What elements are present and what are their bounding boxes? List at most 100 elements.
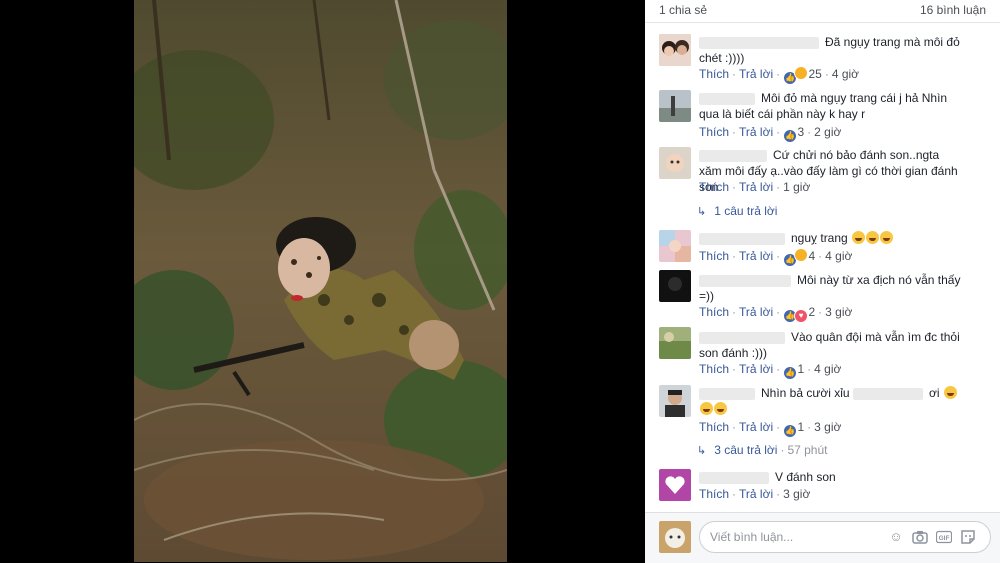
reaction-count[interactable]: 4 [808,249,815,263]
reaction-count[interactable]: 1 [797,420,804,434]
comment-time[interactable]: 1 giờ [783,180,810,194]
comment-time[interactable]: 2 giờ [814,125,841,139]
reply-arrow-icon: ↳ [697,206,707,218]
like-link[interactable]: Thích [699,125,729,139]
avatar[interactable] [659,230,691,262]
like-icon: 👍 [783,424,798,438]
smiley-icon[interactable]: ☺ [888,529,904,545]
reply-link[interactable]: Trả lời [739,487,773,501]
avatar[interactable] [659,270,691,302]
like-link[interactable]: Thích [699,180,729,194]
current-user-avatar[interactable] [659,521,691,553]
comment-time[interactable]: 4 giờ [825,249,852,263]
comment-actions: Thích · Trả lời · 👍 1 · 4 giờ [699,361,841,380]
comment-body: Môi này từ xa địch nó vẫn thấy =)) [699,272,961,304]
reply-link[interactable]: Trả lời [739,180,773,194]
camera-icon[interactable] [912,529,928,545]
comment-actions: Thích · Trả lời · 👍 ♥ 2 · 3 giờ [699,304,852,323]
avatar[interactable] [659,385,691,417]
laughing-emoji-icon [866,231,880,244]
like-icon: 👍 [783,129,798,143]
like-link[interactable]: Thích [699,305,729,319]
comment-actions: Thích · Trả lời · 👍 4 · 4 giờ [699,248,852,267]
reply-link[interactable]: Trả lời [739,420,773,434]
reply-link[interactable]: Trả lời [739,362,773,376]
laughing-emoji-icon [852,231,866,244]
commenter-name[interactable] [699,387,755,400]
comments-panel: 1 chia sẻ 16 bình luận Đã ngụy trang mà … [645,0,1000,563]
comment-text: Nhìn bả cười xỉu [761,386,850,400]
comment-body: Vào quân đội mà vẫn ìm đc thỏi son đánh … [699,329,961,361]
comment-time[interactable]: 3 giờ [814,420,841,434]
sticker-icon[interactable] [960,529,976,545]
laughing-emoji-icon [700,402,713,415]
comment-text-tail: ơi [928,386,940,400]
reply-link[interactable]: Trả lời [739,249,773,263]
like-icon: 👍 [783,366,798,380]
comment-actions: Thích · Trả lời · 👍 3 · 2 giờ [699,124,841,143]
laughing-emoji-icon [714,402,727,415]
comment-body: nguỵ trang [699,230,961,246]
avatar[interactable] [659,90,691,122]
comment-actions: Thích · Trả lời · 👍 1 · 3 giờ [699,419,841,438]
comment-actions: Thích · Trả lời · 3 giờ [699,487,811,501]
post-photo[interactable] [134,0,507,562]
commenter-name[interactable] [699,274,791,287]
comment-text: nguỵ trang [791,231,848,245]
like-link[interactable]: Thích [699,362,729,376]
comment-time[interactable]: 3 giờ [783,487,810,501]
reaction-count[interactable]: 25 [808,67,821,81]
like-link[interactable]: Thích [699,249,729,263]
like-link[interactable]: Thích [699,487,729,501]
haha-icon [794,248,809,262]
avatar[interactable] [659,327,691,359]
commenter-name[interactable] [699,149,767,162]
view-replies-link[interactable]: ↳ 3 câu trả lời · 57 phút [697,442,828,458]
svg-text:GIF: GIF [939,535,950,542]
love-icon: ♥ [794,309,809,323]
comment-actions: Thích · Trả lời · 👍 25 · 4 giờ [699,66,859,85]
commenter-name[interactable] [699,331,785,344]
comment-count[interactable]: 16 bình luận [920,3,986,17]
reaction-count[interactable]: 2 [808,305,815,319]
commenter-name[interactable] [699,36,819,49]
comment-time[interactable]: 4 giờ [832,67,859,81]
reaction-count[interactable]: 3 [797,125,804,139]
reply-link[interactable]: Trả lời [739,67,773,81]
avatar[interactable] [659,147,691,179]
mentioned-name[interactable] [852,387,923,400]
commenter-name[interactable] [699,471,769,484]
comment-text: V đánh son [775,470,836,484]
haha-icon [794,66,809,80]
like-link[interactable]: Thích [699,67,729,81]
commenter-name[interactable] [699,232,785,245]
reply-link[interactable]: Trả lời [739,305,773,319]
comment-body: V đánh son [699,469,961,485]
avatar[interactable] [659,34,691,66]
commenter-name[interactable] [699,92,755,105]
reaction-count[interactable]: 1 [797,362,804,376]
comment-input[interactable]: Viết bình luận... ☺ GIF [699,521,991,553]
view-replies-link[interactable]: ↳ 1 câu trả lời [697,203,777,219]
replies-time: 57 phút [787,443,828,457]
photo-viewer [0,0,645,562]
reply-arrow-icon: ↳ [697,445,707,457]
comment-input-placeholder: Viết bình luận... [710,530,794,544]
post-stats-bar: 1 chia sẻ 16 bình luận [645,0,1000,23]
comment-body: Đã ngụy trang mà môi đỏ chét :)))) [699,34,961,66]
gif-icon[interactable]: GIF [935,529,953,545]
forest-soldier-image [134,0,507,562]
comment-time[interactable]: 3 giờ [825,305,852,319]
comment-time[interactable]: 4 giờ [814,362,841,376]
comment-body: Môi đỏ mà ngụy trang cái j hả Nhìn qua l… [699,90,961,122]
comment-composer: Viết bình luận... ☺ GIF [645,512,1000,563]
comment-body: Nhìn bả cười xỉu ơi [699,385,961,417]
replies-count: 3 câu trả lời [714,443,778,457]
reply-link[interactable]: Trả lời [739,125,773,139]
avatar[interactable] [659,469,691,501]
replies-count: 1 câu trả lời [714,204,778,218]
share-count[interactable]: 1 chia sẻ [659,3,707,17]
laughing-emoji-icon [880,231,894,244]
laughing-emoji-icon [943,386,957,399]
like-link[interactable]: Thích [699,420,729,434]
